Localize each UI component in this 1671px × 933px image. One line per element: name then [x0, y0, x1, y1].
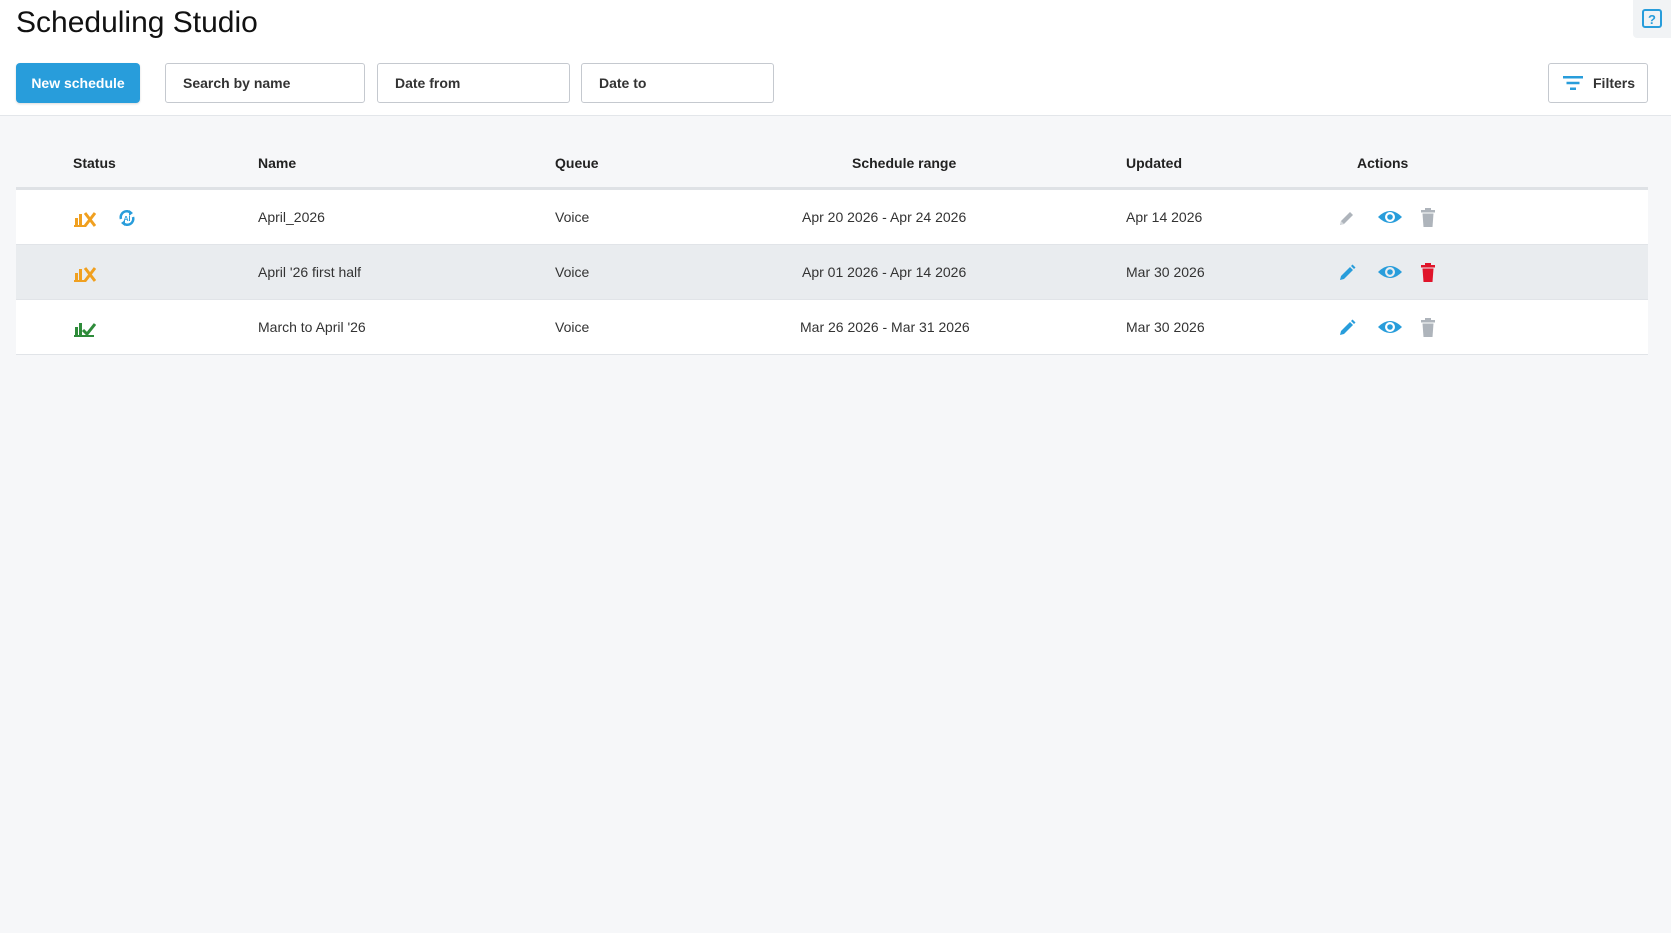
table-header: Status Name Queue Schedule range Updated… — [16, 145, 1648, 190]
svg-text:AI: AI — [124, 216, 131, 223]
schedule-range-cell: Mar 26 2026 - Mar 31 2026 — [800, 319, 970, 335]
schedule-name[interactable]: March to April '26 — [258, 319, 366, 335]
edit-icon[interactable] — [1338, 264, 1356, 282]
queue-cell: Voice — [555, 264, 590, 280]
schedule-range-cell: Apr 20 2026 - Apr 24 2026 — [802, 209, 967, 225]
table-row[interactable]: AI April_2026 Voice Apr 20 2026 - Apr 24… — [16, 190, 1648, 245]
column-updated[interactable]: Updated — [1126, 155, 1182, 171]
column-schedule-range[interactable]: Schedule range — [852, 155, 956, 171]
updated-cell: Apr 14 2026 — [1126, 209, 1203, 225]
updated-cell: Mar 30 2026 — [1126, 264, 1205, 280]
schedule-range-cell: Apr 01 2026 - Apr 14 2026 — [802, 264, 967, 280]
header: Scheduling Studio ? New schedule Search … — [0, 0, 1671, 116]
filters-button[interactable]: Filters — [1548, 63, 1648, 103]
new-schedule-button[interactable]: New schedule — [16, 63, 140, 103]
date-to-field[interactable]: Date to — [581, 63, 774, 103]
delete-icon[interactable] — [1420, 263, 1436, 282]
svg-text:?: ? — [1648, 12, 1656, 27]
view-icon[interactable] — [1377, 263, 1403, 281]
column-name[interactable]: Name — [258, 155, 296, 171]
delete-icon[interactable] — [1420, 208, 1436, 227]
schedule-name[interactable]: April '26 first half — [258, 264, 361, 280]
schedules-table: Status Name Queue Schedule range Updated… — [16, 145, 1648, 355]
view-icon[interactable] — [1377, 318, 1403, 336]
column-status[interactable]: Status — [73, 155, 116, 171]
edit-icon[interactable] — [1338, 209, 1356, 227]
date-from-field[interactable]: Date from — [377, 63, 570, 103]
view-icon[interactable] — [1377, 208, 1403, 226]
help-button[interactable]: ? — [1633, 0, 1671, 38]
sync-icon[interactable]: AI — [117, 208, 137, 228]
delete-icon[interactable] — [1420, 318, 1436, 337]
chart-warning-icon — [74, 212, 96, 227]
queue-cell: Voice — [555, 319, 590, 335]
search-input[interactable]: Search by name — [165, 63, 365, 103]
edit-icon[interactable] — [1338, 319, 1356, 337]
table-row[interactable]: March to April '26 Voice Mar 26 2026 - M… — [16, 300, 1648, 355]
column-queue[interactable]: Queue — [555, 155, 599, 171]
queue-cell: Voice — [555, 209, 590, 225]
updated-cell: Mar 30 2026 — [1126, 319, 1205, 335]
schedule-name[interactable]: April_2026 — [258, 209, 325, 225]
chart-success-icon — [74, 323, 96, 337]
help-icon: ? — [1642, 9, 1662, 28]
chart-warning-icon — [74, 267, 96, 282]
filters-label: Filters — [1593, 75, 1636, 91]
table-row[interactable]: April '26 first half Voice Apr 01 2026 -… — [16, 245, 1648, 300]
column-actions: Actions — [1357, 155, 1409, 171]
filter-icon — [1563, 76, 1583, 90]
page-title: Scheduling Studio — [16, 6, 258, 39]
